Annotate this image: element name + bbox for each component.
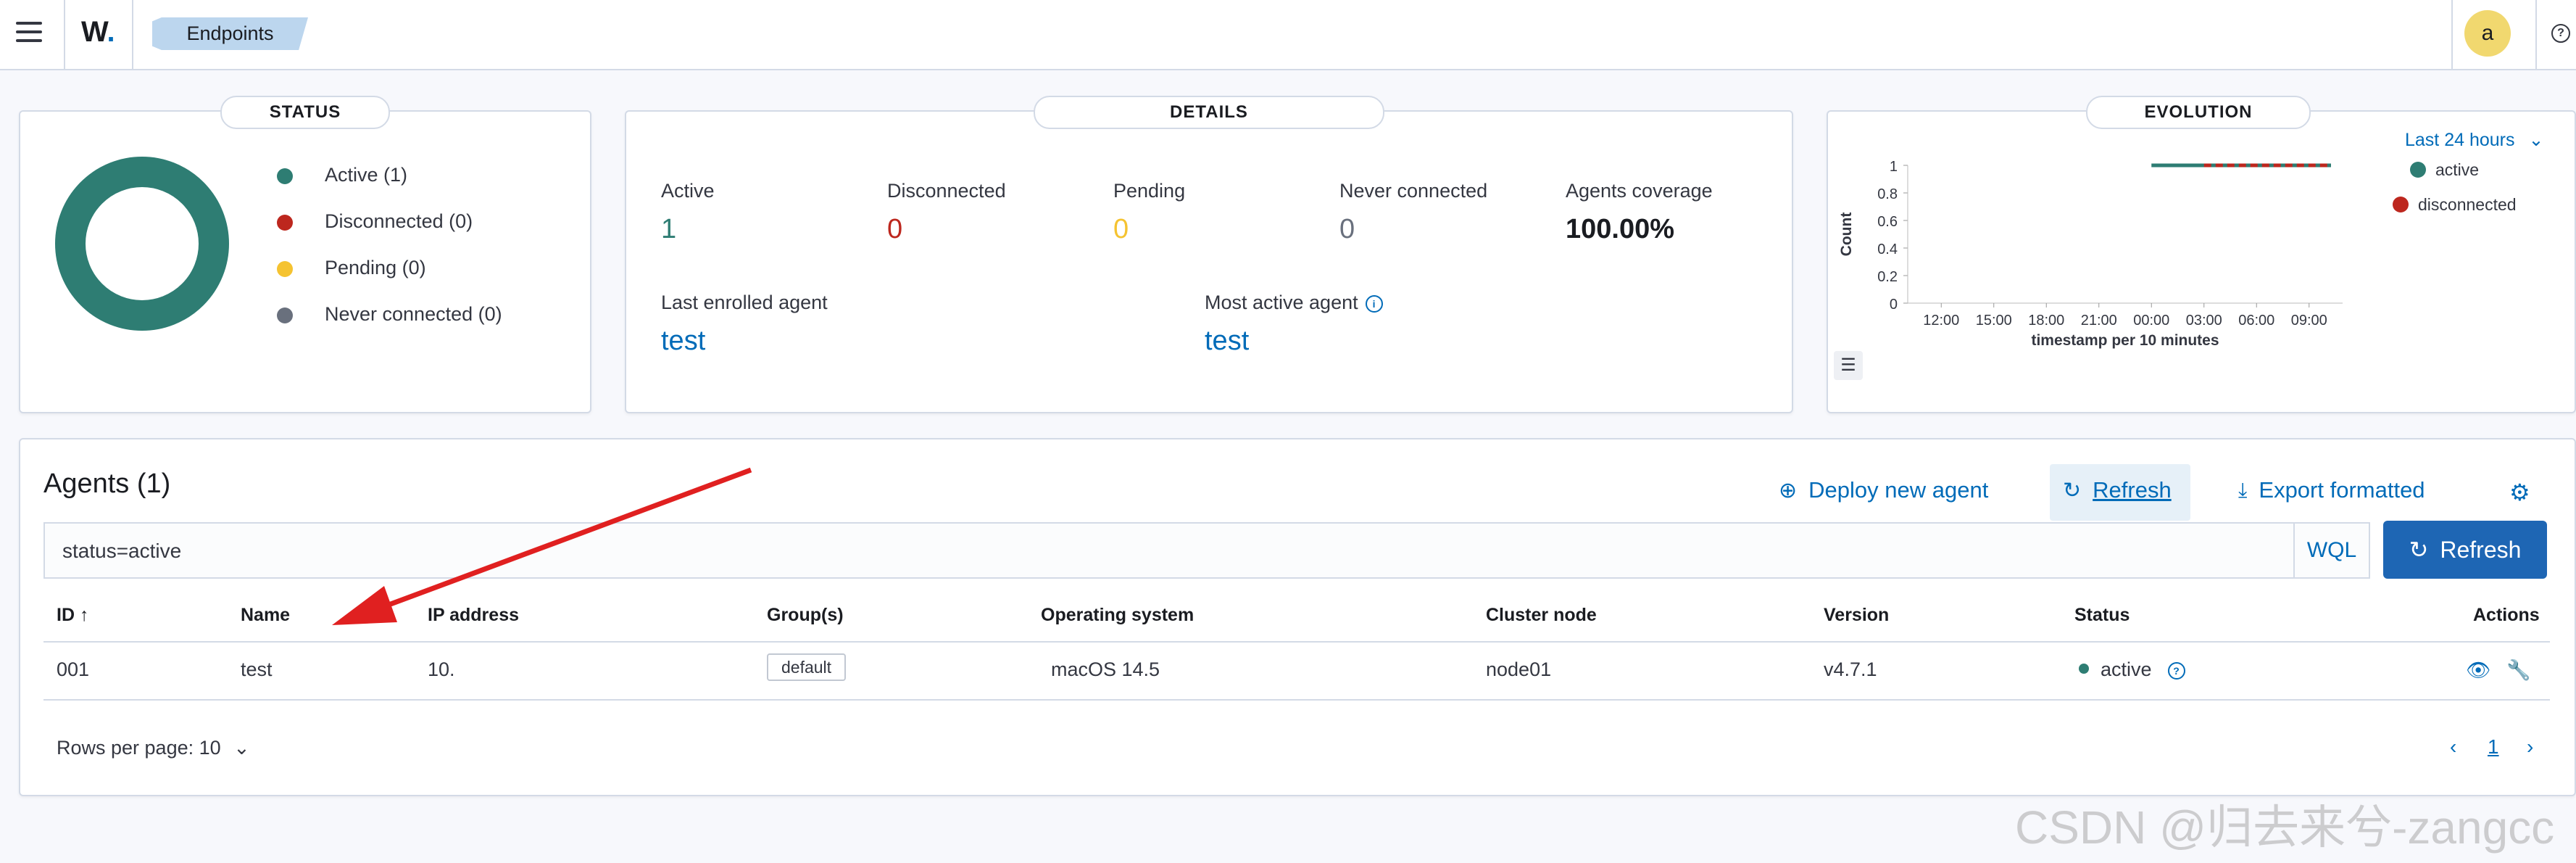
annotation-arrow — [332, 467, 752, 625]
watermark: CSDN @归去来兮-zangcc — [2015, 801, 2555, 854]
